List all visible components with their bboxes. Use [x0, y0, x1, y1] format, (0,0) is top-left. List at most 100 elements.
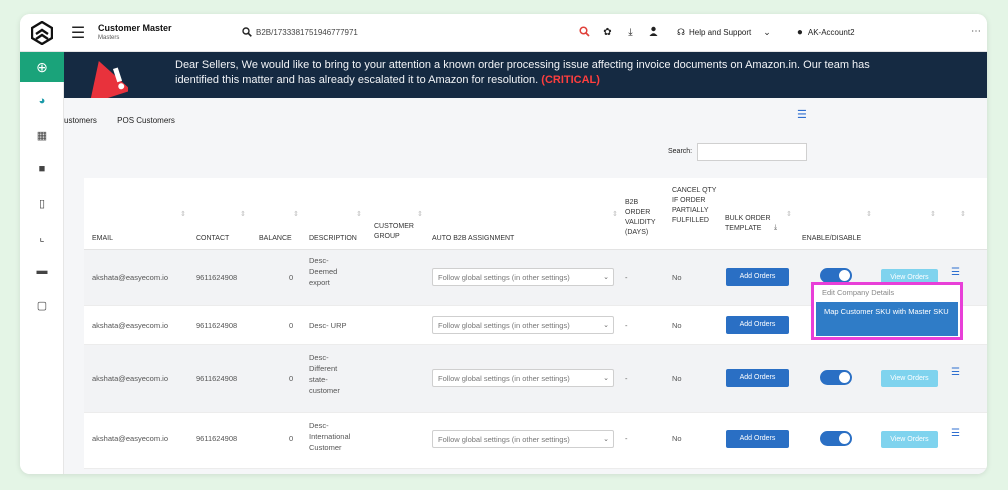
page-subtitle: Masters: [98, 35, 120, 41]
row-menu-icon[interactable]: ☰: [951, 428, 960, 439]
sidebar-item-notes[interactable]: ▢: [20, 288, 64, 322]
col-contact[interactable]: CONTACT: [196, 234, 229, 244]
description-cell: Desc- Different state- customer: [309, 353, 340, 395]
contact-cell: 9611624908: [196, 374, 238, 383]
clipboard-icon: ▯: [38, 197, 46, 210]
auto-b2b-select[interactable]: Follow global settings (in other setting…: [432, 316, 614, 334]
balance-cell: 0: [289, 374, 294, 383]
table-search-label: Search:: [668, 148, 693, 155]
add-orders-button[interactable]: Add Orders: [726, 268, 789, 286]
tab-customers[interactable]: ustomers: [64, 116, 97, 125]
col-auto-b2b[interactable]: AUTO B2B ASSIGNMENT: [432, 234, 514, 244]
left-sidebar: ⊕ ◕ ▦ ■ ▯ ⌞ ▬ ▢: [20, 52, 64, 474]
note-icon: ▢: [36, 299, 48, 312]
chevron-down-icon[interactable]: ⌄: [763, 27, 771, 38]
top-header: ☰ Customer Master Masters ✿ ⤓ ☊ Help and…: [20, 14, 987, 52]
sort-icon[interactable]: ⇕: [417, 210, 423, 218]
search-icon[interactable]: [238, 26, 256, 40]
warning-icon: [89, 60, 128, 98]
enable-toggle[interactable]: [820, 431, 852, 446]
map-customer-sku-item[interactable]: Map Customer SKU with Master SKU: [816, 302, 958, 336]
sort-icon[interactable]: ⇕: [960, 210, 966, 218]
sort-icon[interactable]: ⇕: [930, 210, 936, 218]
col-description[interactable]: DESCRIPTION: [309, 234, 357, 244]
more-icon[interactable]: ⋯: [971, 26, 981, 37]
validity-cell: -: [625, 374, 628, 383]
grid-icon: ▦: [36, 129, 48, 142]
chevron-down-icon: ⌄: [603, 436, 609, 443]
hamburger-menu-icon[interactable]: ☰: [64, 23, 92, 43]
app-window: ☰ Customer Master Masters ✿ ⤓ ☊ Help and…: [20, 14, 987, 474]
sidebar-item-reports[interactable]: ⌞: [20, 220, 64, 254]
email-cell: akshata@easyecom.io: [92, 434, 168, 443]
sidebar-item-add[interactable]: ⊕: [20, 52, 64, 82]
add-orders-button[interactable]: Add Orders: [726, 369, 789, 387]
chevron-down-icon: ⌄: [603, 375, 609, 382]
email-cell: akshata@easyecom.io: [92, 374, 168, 383]
account-menu[interactable]: ● AK-Account2: [797, 27, 855, 38]
cancel-cell: No: [672, 434, 682, 443]
balance-cell: 0: [289, 434, 294, 443]
global-search[interactable]: [238, 22, 568, 44]
row-menu-icon[interactable]: ☰: [951, 367, 960, 378]
enable-toggle[interactable]: [820, 268, 852, 283]
chart-icon: ⌞: [39, 231, 45, 244]
enable-toggle[interactable]: [820, 370, 852, 385]
col-balance[interactable]: BALANCE: [259, 234, 292, 244]
search-input[interactable]: [256, 28, 556, 37]
contact-cell: 9611624908: [196, 434, 238, 443]
auto-b2b-select[interactable]: Follow global settings (in other setting…: [432, 268, 614, 286]
search-alert-icon[interactable]: [573, 25, 596, 40]
headset-icon: ☊: [677, 27, 685, 37]
chevron-down-icon: ⌄: [603, 322, 609, 329]
select-value: Follow global settings (in other setting…: [438, 273, 570, 282]
column-list-icon[interactable]: ☰: [797, 108, 807, 121]
sidebar-item-payments[interactable]: ▬: [20, 254, 64, 288]
sort-icon[interactable]: ⇕: [866, 210, 872, 218]
view-orders-button[interactable]: View Orders: [881, 370, 938, 387]
chevron-down-icon: ⌄: [603, 274, 609, 281]
sort-icon[interactable]: ⇕: [612, 210, 618, 218]
critical-label: (CRITICAL): [541, 74, 600, 86]
validity-cell: -: [625, 273, 628, 282]
tab-pos-customers[interactable]: POS Customers: [117, 116, 175, 125]
sort-icon[interactable]: ⇕: [293, 210, 299, 218]
download-icon[interactable]: ⤓: [619, 27, 642, 38]
settings-icon[interactable]: ✿: [596, 27, 619, 38]
app-logo[interactable]: [20, 14, 64, 52]
col-b2b-validity[interactable]: B2B ORDER VALIDITY (DAYS): [625, 198, 663, 238]
balance-cell: 0: [289, 273, 294, 282]
plus-circle-icon: ⊕: [36, 58, 48, 75]
col-customer-group[interactable]: CUSTOMER GROUP: [374, 222, 424, 242]
sort-icon[interactable]: ⇕: [240, 210, 246, 218]
col-enable-disable[interactable]: ENABLE/DISABLE: [802, 234, 861, 244]
user-icon[interactable]: [642, 26, 665, 39]
gauge-icon: ◕: [38, 95, 46, 107]
help-support-menu[interactable]: ☊ Help and Support ⌄: [677, 27, 771, 38]
add-orders-button[interactable]: Add Orders: [726, 316, 789, 334]
row-menu-icon[interactable]: ☰: [951, 267, 960, 278]
edit-company-details-item[interactable]: Edit Company Details: [822, 288, 894, 297]
sidebar-item-inventory[interactable]: ▯: [20, 186, 64, 220]
description-cell: Desc- URP: [309, 321, 347, 330]
contact-cell: 9611624908: [196, 273, 238, 282]
sidebar-item-grid[interactable]: ▦: [20, 118, 64, 152]
sidebar-item-orders[interactable]: ■: [20, 152, 64, 186]
sort-icon[interactable]: ⇕: [180, 210, 186, 218]
col-cancel-qty[interactable]: CANCEL QTY IF ORDER PARTIALLY FULFILLED: [672, 186, 720, 226]
sort-icon[interactable]: ⇕: [356, 210, 362, 218]
account-label: AK-Account2: [807, 28, 855, 37]
balance-cell: 0: [289, 321, 294, 330]
view-orders-button[interactable]: View Orders: [881, 431, 938, 448]
card-icon: ▬: [36, 265, 48, 277]
cancel-cell: No: [672, 321, 682, 330]
auto-b2b-select[interactable]: Follow global settings (in other setting…: [432, 430, 614, 448]
sort-icon[interactable]: ⇕: [786, 210, 792, 218]
col-email[interactable]: EMAIL: [92, 234, 113, 244]
table-search-input[interactable]: [697, 143, 807, 161]
add-orders-button[interactable]: Add Orders: [726, 430, 789, 448]
email-cell: akshata@easyecom.io: [92, 321, 168, 330]
download-icon[interactable]: ⤓: [774, 224, 777, 232]
sidebar-item-dashboard[interactable]: ◕: [20, 84, 64, 118]
auto-b2b-select[interactable]: Follow global settings (in other setting…: [432, 369, 614, 387]
